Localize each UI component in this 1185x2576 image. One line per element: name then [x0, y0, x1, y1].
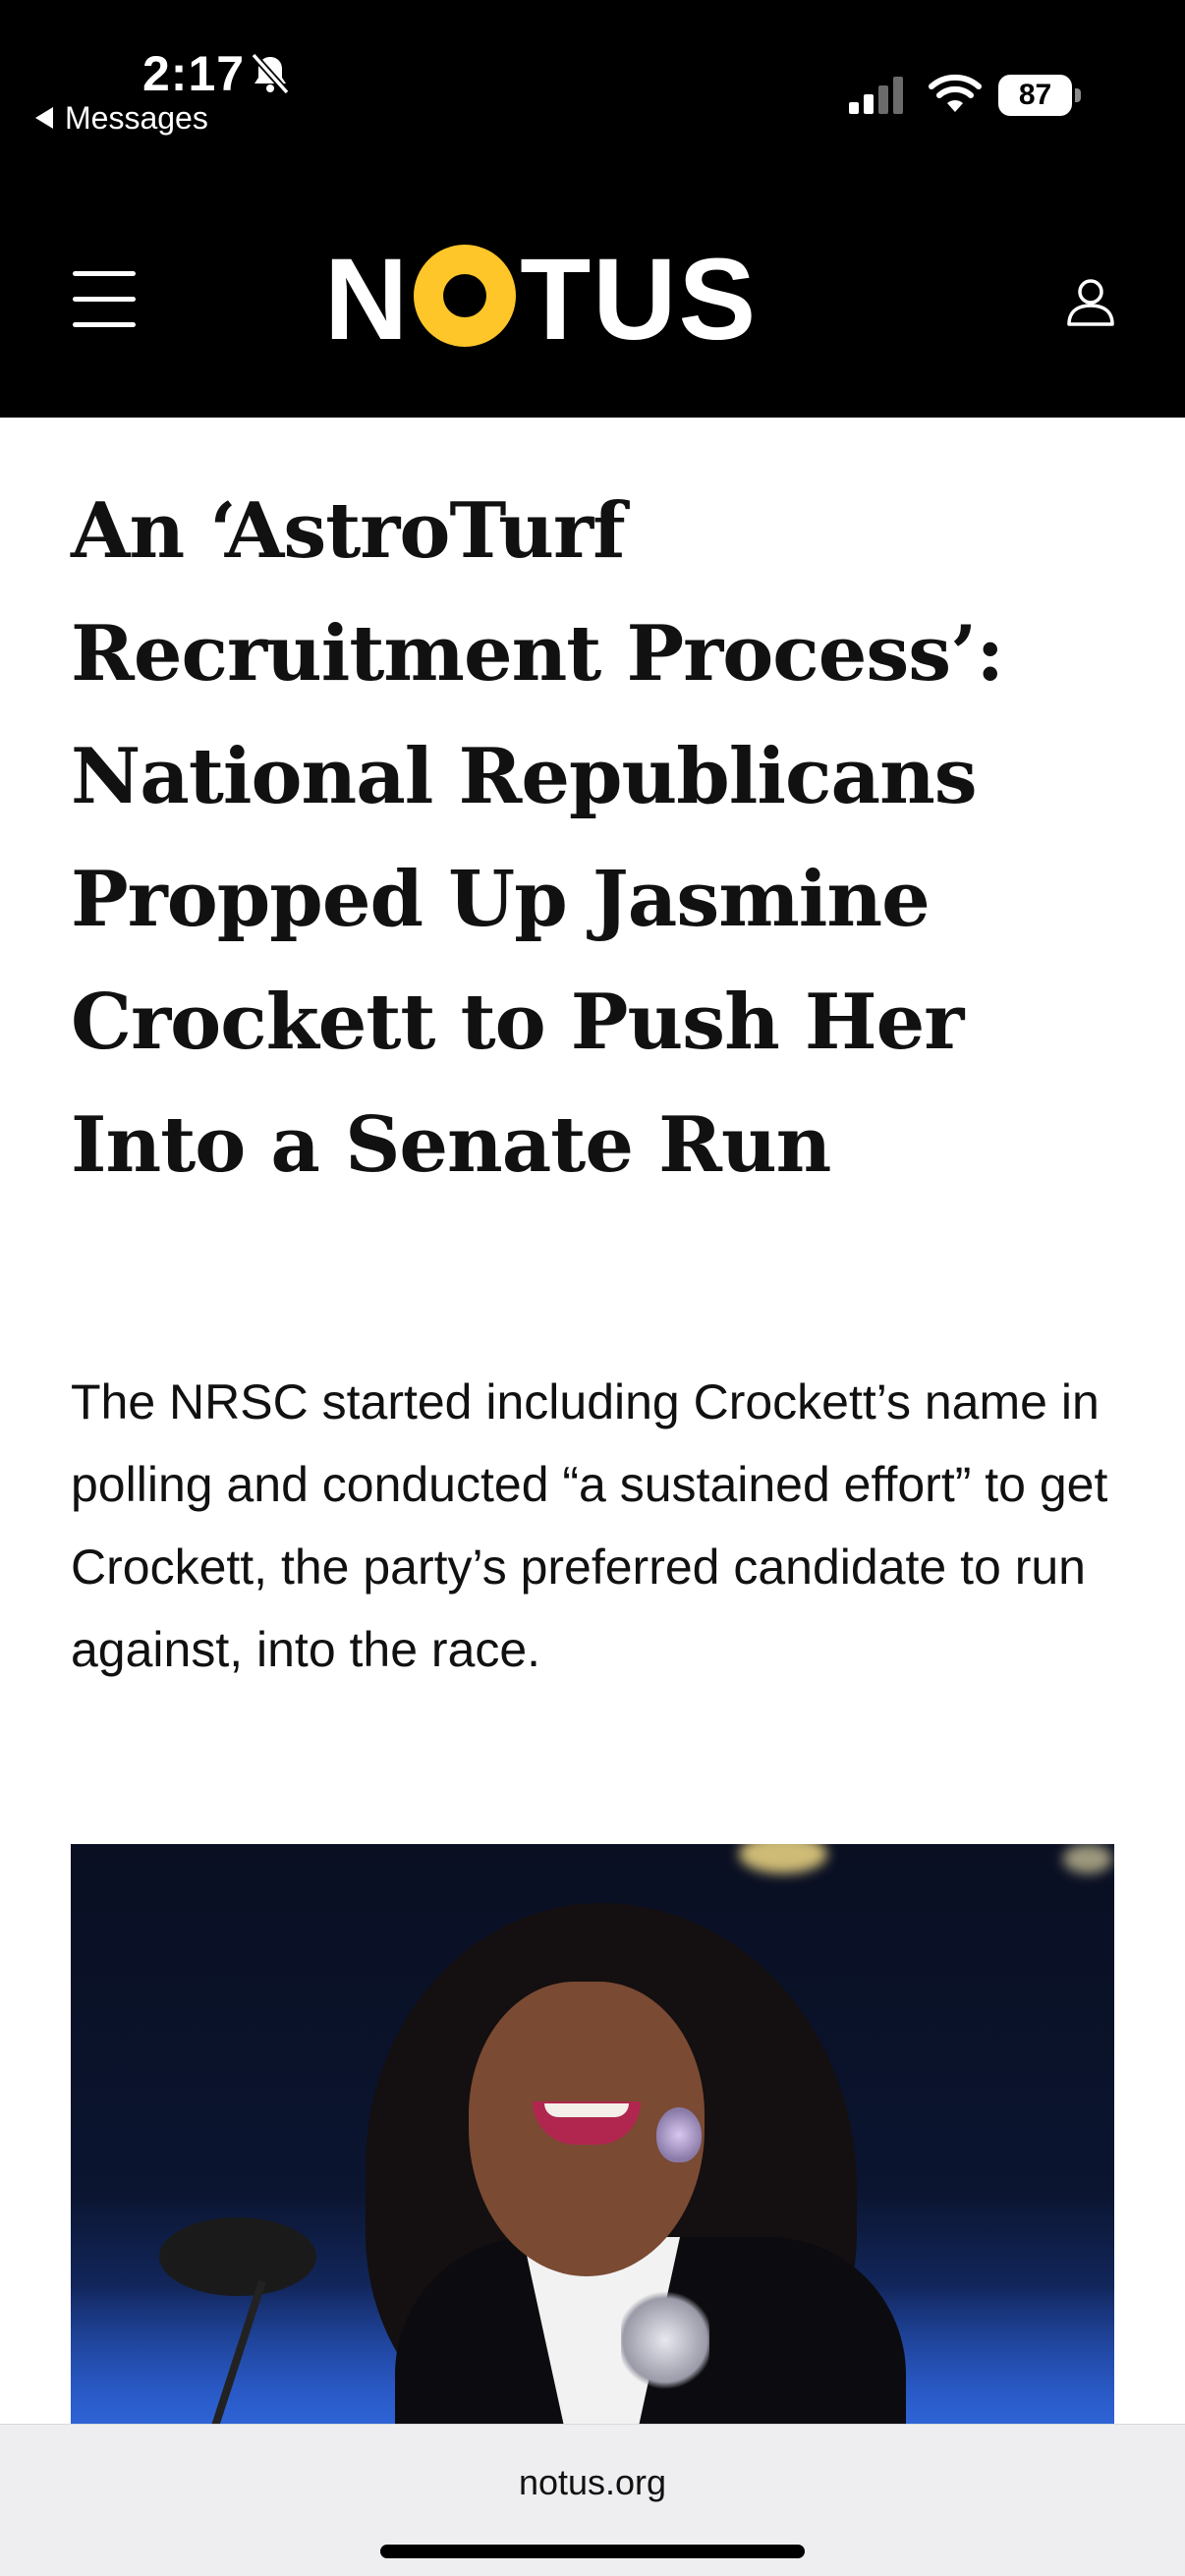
site-header: N TUS	[0, 182, 1185, 418]
back-to-messages-link[interactable]: Messages	[35, 98, 208, 138]
cellular-signal-icon	[849, 77, 903, 114]
status-bar: 2:17 Messages 87	[0, 0, 1185, 182]
user-account-icon[interactable]	[1064, 275, 1117, 328]
battery-level: 87	[998, 75, 1073, 116]
address-bar[interactable]: notus.org	[0, 2462, 1185, 2503]
back-label: Messages	[65, 99, 208, 136]
article-hero-image[interactable]	[71, 1844, 1114, 2424]
hamburger-menu-icon[interactable]	[73, 271, 136, 328]
logo-letters-tus: TUS	[520, 235, 759, 364]
status-time: 2:17	[142, 46, 246, 101]
home-indicator[interactable]	[380, 2545, 805, 2558]
logo-letter-n: N	[324, 235, 411, 364]
back-triangle-icon	[35, 107, 53, 129]
notus-logo[interactable]: N TUS	[324, 241, 758, 359]
page: 2:17 Messages 87 N TUS An ‘AstroTurf Rec…	[0, 0, 1185, 2576]
battery-indicator: 87	[998, 75, 1081, 116]
battery-cap	[1075, 88, 1081, 102]
browser-bottom-bar: notus.org	[0, 2424, 1185, 2576]
logo-o-ring-icon	[414, 245, 517, 347]
article-dek: The NRSC started including Crockett’s na…	[71, 1374, 1108, 1677]
article-headline: An ‘AstroTurf Recruitment Process’: Nati…	[71, 486, 1004, 1190]
wifi-icon	[929, 74, 982, 112]
bell-slash-icon	[251, 52, 290, 95]
